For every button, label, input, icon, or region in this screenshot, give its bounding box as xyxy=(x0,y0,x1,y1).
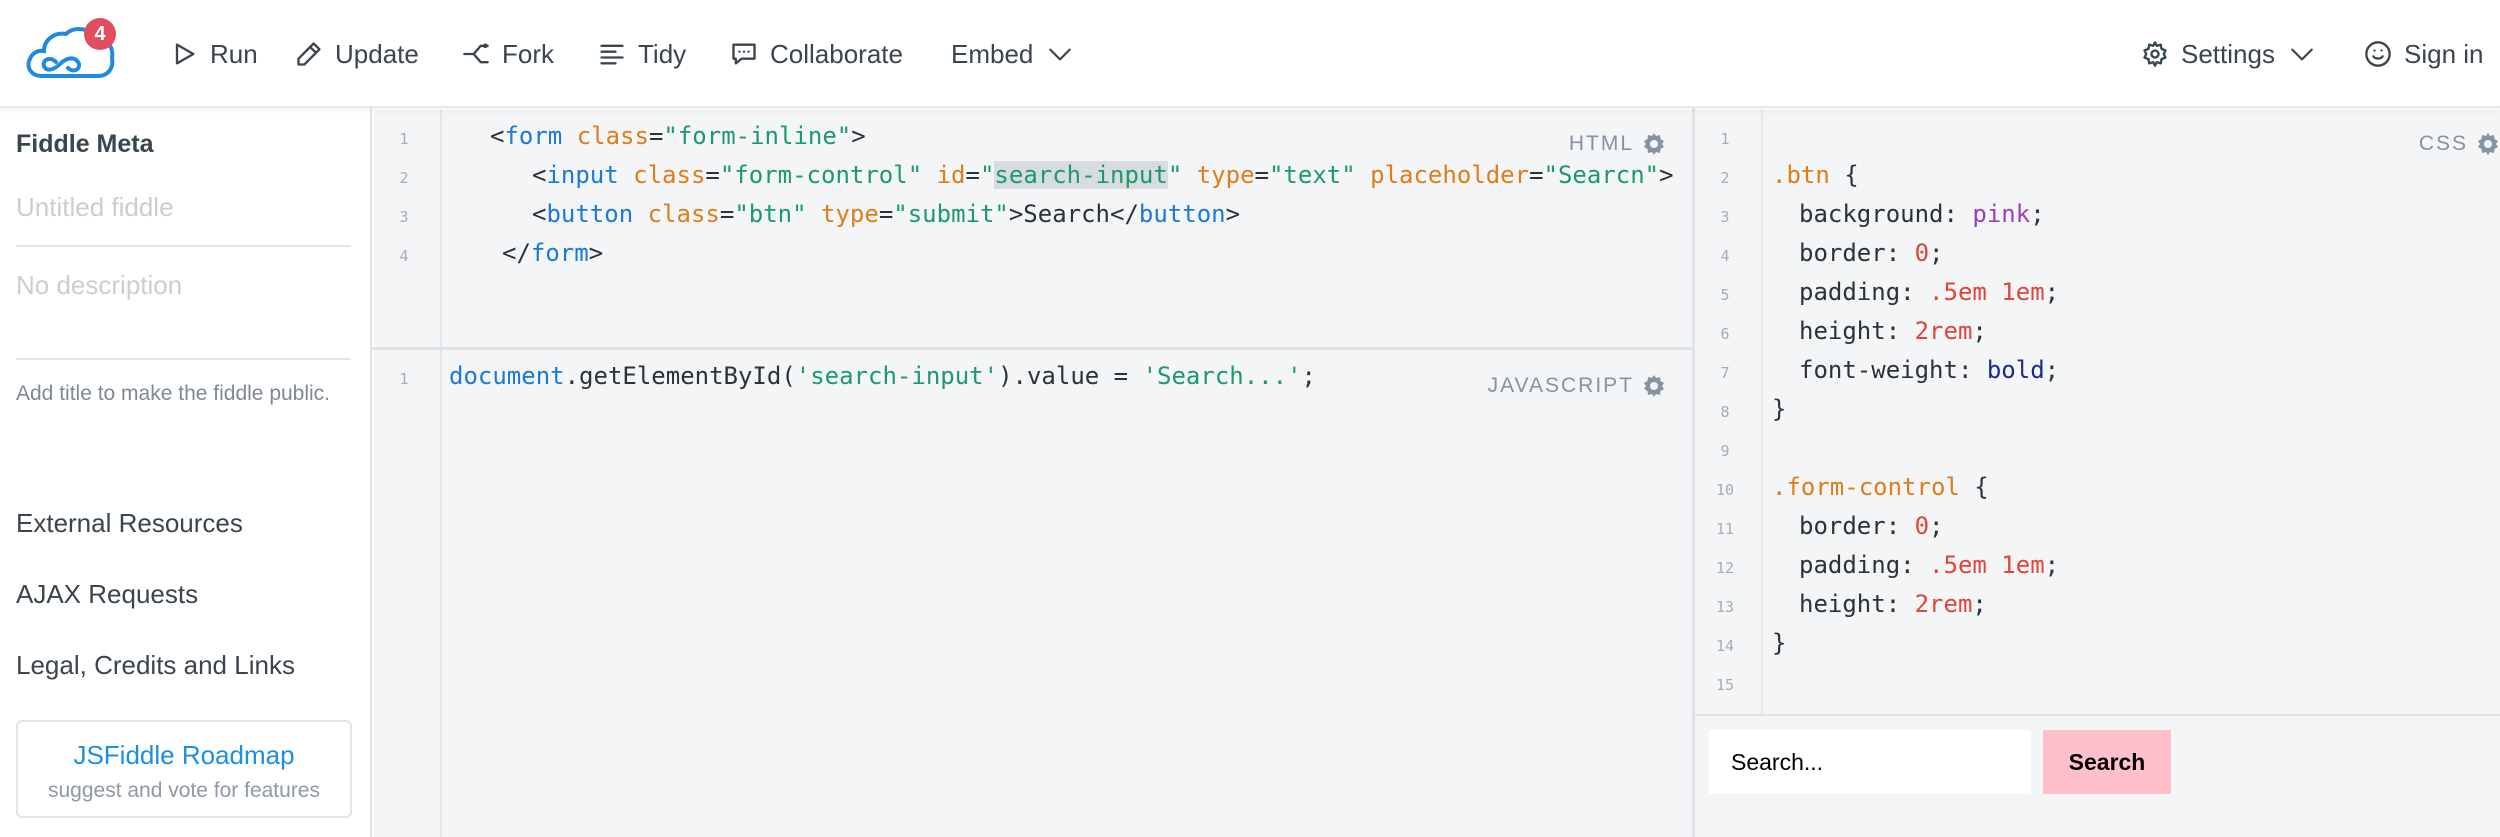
fork-icon xyxy=(463,43,489,64)
line-number: 3 xyxy=(1720,208,1730,226)
play-icon xyxy=(175,43,195,65)
code-line[interactable]: .form-control { xyxy=(1772,473,1989,501)
result-frame: Search xyxy=(1695,714,2500,837)
embed-dropdown[interactable]: Embed xyxy=(951,32,1073,76)
line-number: 1 xyxy=(1720,130,1730,148)
code-line[interactable]: height: 2rem; xyxy=(1799,590,1987,618)
line-number: 14 xyxy=(1715,637,1735,655)
code-line[interactable]: padding: .5em 1em; xyxy=(1799,551,2059,579)
html-label-text: HTML xyxy=(1568,132,1634,155)
line-number: 4 xyxy=(399,247,409,265)
settings-dropdown[interactable]: Settings xyxy=(2141,32,2315,76)
code-line[interactable]: } xyxy=(1772,395,1786,423)
code-line[interactable]: </form> xyxy=(502,239,603,267)
line-gutter: 1 2 3 4 5 6 7 8 9 10 11 12 13 14 15 xyxy=(1695,110,1763,714)
line-number: 6 xyxy=(1720,325,1730,343)
line-number: 3 xyxy=(399,208,409,226)
result-search-button[interactable]: Search xyxy=(2043,730,2171,794)
collaborate-button[interactable]: Collaborate xyxy=(730,32,903,76)
code-line[interactable]: background: pink; xyxy=(1799,200,2045,228)
fork-label: Fork xyxy=(502,38,554,69)
javascript-label-text: JAVASCRIPT xyxy=(1487,374,1634,397)
fiddle-title-input[interactable] xyxy=(16,192,351,223)
line-number: 2 xyxy=(399,169,409,187)
gear-icon xyxy=(1644,375,1664,397)
line-number: 1 xyxy=(399,130,409,148)
line-number: 2 xyxy=(1720,169,1730,187)
divider xyxy=(16,245,351,247)
result-search-input[interactable] xyxy=(1709,730,2031,794)
external-resources-link[interactable]: External Resources xyxy=(16,508,243,539)
chat-bubble-icon xyxy=(732,43,756,65)
notification-badge[interactable]: 4 xyxy=(84,18,116,50)
gear-icon xyxy=(2143,41,2167,67)
code-line[interactable]: .btn { xyxy=(1772,161,1859,189)
update-button[interactable]: Update xyxy=(295,32,419,76)
chevron-down-icon xyxy=(1049,48,1072,61)
sign-in-label: Sign in xyxy=(2404,38,2484,69)
line-number: 5 xyxy=(1720,286,1730,304)
ajax-requests-link[interactable]: AJAX Requests xyxy=(16,579,198,610)
divider xyxy=(16,358,351,360)
css-panel-label[interactable]: CSS xyxy=(2419,132,2500,156)
line-number: 4 xyxy=(1720,247,1730,265)
tidy-button[interactable]: Tidy xyxy=(598,32,686,76)
line-number: 12 xyxy=(1715,559,1735,577)
html-panel-label[interactable]: HTML xyxy=(1569,132,1666,156)
line-gutter: 1 xyxy=(374,350,442,837)
html-editor[interactable]: 1 2 3 4 <form class="form-inline"> <inpu… xyxy=(374,110,1692,347)
line-gutter: 1 2 3 4 xyxy=(374,110,442,347)
fork-button[interactable]: Fork xyxy=(462,32,554,76)
javascript-editor[interactable]: 1 document.getElementById('search-input'… xyxy=(374,350,1692,837)
code-line[interactable]: font-weight: bold; xyxy=(1799,356,2059,384)
gear-icon xyxy=(2478,133,2498,155)
line-number: 8 xyxy=(1720,403,1730,421)
code-line[interactable]: padding: .5em 1em; xyxy=(1799,278,2059,306)
legal-credits-link[interactable]: Legal, Credits and Links xyxy=(16,650,295,681)
sidebar-title: Fiddle Meta xyxy=(16,130,154,158)
css-label-text: CSS xyxy=(2418,132,2468,155)
line-number: 11 xyxy=(1715,520,1735,538)
collaborate-label: Collaborate xyxy=(770,38,903,69)
code-line[interactable]: document.getElementById('search-input').… xyxy=(449,362,1316,390)
css-editor[interactable]: 1 2 3 4 5 6 7 8 9 10 11 12 13 14 15 .btn… xyxy=(1695,110,2500,714)
gear-icon xyxy=(1644,133,1664,155)
run-label: Run xyxy=(210,38,258,69)
tidy-label: Tidy xyxy=(638,38,687,69)
fiddle-description-input[interactable] xyxy=(16,270,351,301)
chevron-down-icon xyxy=(2291,48,2313,61)
code-line[interactable]: border: 0; xyxy=(1799,512,1944,540)
sign-in-button[interactable]: Sign in xyxy=(2364,32,2484,76)
code-line[interactable]: <form class="form-inline"> xyxy=(490,122,866,150)
roadmap-title: JSFiddle Roadmap xyxy=(73,740,295,770)
update-label: Update xyxy=(335,38,419,69)
line-number: 13 xyxy=(1715,598,1735,616)
line-number: 15 xyxy=(1715,676,1735,694)
pencil-icon xyxy=(297,42,321,66)
javascript-panel-label[interactable]: JAVASCRIPT xyxy=(1488,374,1666,398)
roadmap-subtitle: suggest and vote for features xyxy=(47,779,320,802)
line-number: 9 xyxy=(1720,442,1730,460)
align-left-icon xyxy=(600,44,624,65)
line-number: 10 xyxy=(1715,481,1735,499)
settings-label: Settings xyxy=(2181,38,2275,69)
code-line[interactable]: <button class="btn" type="submit">Search… xyxy=(532,200,1240,228)
top-toolbar: 4 Run Update Fork Tidy Collaborate Embed… xyxy=(0,0,2500,108)
line-number: 1 xyxy=(399,370,409,388)
code-line[interactable]: border: 0; xyxy=(1799,239,1944,267)
code-line[interactable]: <input class="form-control" id="search-i… xyxy=(532,161,1674,189)
roadmap-card[interactable]: JSFiddle Roadmap suggest and vote for fe… xyxy=(16,720,352,818)
fiddle-meta-sidebar: Fiddle Meta Add title to make the fiddle… xyxy=(0,108,372,837)
embed-label: Embed xyxy=(951,38,1034,69)
code-line[interactable]: height: 2rem; xyxy=(1799,317,1987,345)
code-line[interactable]: } xyxy=(1772,629,1786,657)
run-button[interactable]: Run xyxy=(170,32,258,76)
line-number: 7 xyxy=(1720,364,1730,382)
public-hint-text: Add title to make the fiddle public. xyxy=(16,382,331,405)
smiley-icon xyxy=(2365,41,2391,67)
